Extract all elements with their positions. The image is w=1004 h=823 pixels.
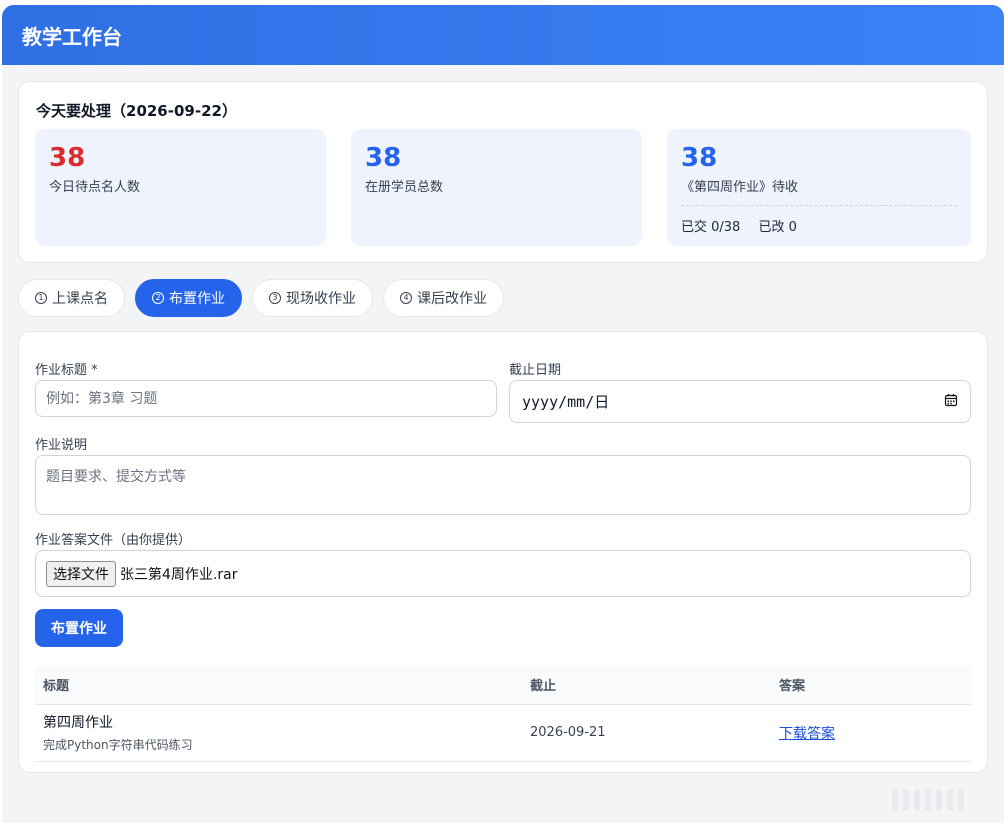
app-window: 教学工作台 今天要处理（2026-09-22） 38 今日待点名人数 38 在册…	[2, 5, 1004, 823]
submitted-count: 已交 0/38	[681, 220, 741, 235]
calendar-icon[interactable]	[944, 392, 958, 411]
description-label: 作业说明	[35, 438, 88, 453]
summary-card: 今天要处理（2026-09-22） 38 今日待点名人数 38 在册学员总数 3…	[18, 81, 988, 263]
step-number-icon: 4	[400, 292, 412, 304]
assign-homework-button[interactable]: 布置作业	[35, 609, 123, 647]
tab-label: 现场收作业	[286, 291, 356, 307]
stat-card-enrolled: 38 在册学员总数	[351, 129, 642, 246]
stat-card-homework: 38 《第四周作业》待收 已交 0/38 已改 0	[667, 129, 971, 246]
assign-homework-card: 作业标题 * 截止日期 yyyy/mm/日 作业说明 作	[18, 331, 988, 773]
download-answer-link[interactable]: 下载答案	[779, 726, 835, 742]
stat-label: 《第四周作业》待收	[681, 180, 799, 195]
homework-title: 第四周作业	[43, 715, 113, 731]
homework-description: 完成Python字符串代码练习	[43, 738, 193, 752]
table-row: 第四周作业 完成Python字符串代码练习 2026-09-21 下载答案	[35, 704, 971, 762]
stat-value: 38	[365, 143, 402, 173]
stat-card-roll-call: 38 今日待点名人数	[35, 129, 326, 246]
due-date-label: 截止日期	[509, 363, 562, 378]
title-field-label: 作业标题 *	[35, 363, 98, 378]
answer-file-input[interactable]: 选择文件 张三第4周作业.rar	[35, 550, 971, 597]
tab-grade-homework[interactable]: 4 课后改作业	[383, 279, 504, 317]
stat-progress: 已交 0/38 已改 0	[681, 216, 957, 235]
homework-due-date: 2026-09-21	[522, 704, 771, 762]
tab-roll-call[interactable]: 1 上课点名	[18, 279, 125, 317]
stat-value: 38	[49, 143, 86, 173]
selected-file-name: 张三第4周作业.rar	[120, 566, 238, 583]
step-tabs: 1 上课点名 2 布置作业 3 现场收作业 4 课后改作业	[18, 279, 504, 317]
column-header-title: 标题	[35, 666, 522, 705]
step-number-icon: 3	[269, 292, 281, 304]
tab-label: 课后改作业	[417, 291, 487, 307]
stat-label: 今日待点名人数	[49, 180, 141, 195]
tab-label: 布置作业	[169, 291, 225, 307]
stat-label: 在册学员总数	[365, 180, 444, 195]
homework-table: 标题 截止 答案 第四周作业 完成Python字符串代码练习 2026-09-2…	[35, 666, 971, 762]
due-date-input[interactable]: yyyy/mm/日	[509, 380, 971, 423]
title-input[interactable]	[35, 380, 497, 417]
homework-title-cell: 第四周作业 完成Python字符串代码练习	[35, 704, 522, 762]
stat-value: 38	[681, 143, 718, 173]
answer-file-label: 作业答案文件（由你提供）	[35, 533, 192, 548]
app-title: 教学工作台	[22, 24, 122, 49]
step-number-icon: 1	[35, 292, 47, 304]
scroll-indicator	[892, 789, 964, 811]
tab-assign-homework[interactable]: 2 布置作业	[135, 279, 242, 317]
column-header-due: 截止	[522, 666, 771, 705]
column-header-answer: 答案	[771, 666, 971, 705]
stat-divider	[681, 205, 957, 206]
summary-title: 今天要处理（2026-09-22）	[36, 102, 237, 120]
tab-collect-homework[interactable]: 3 现场收作业	[252, 279, 373, 317]
tab-label: 上课点名	[52, 291, 108, 307]
step-number-icon: 2	[152, 292, 164, 304]
description-textarea[interactable]	[35, 455, 971, 515]
table-header-row: 标题 截止 答案	[35, 666, 971, 705]
due-date-placeholder: yyyy/mm/日	[522, 393, 610, 411]
choose-file-button[interactable]: 选择文件	[46, 560, 116, 587]
app-header: 教学工作台	[2, 5, 1004, 65]
graded-count: 已改 0	[758, 220, 797, 235]
homework-answer-cell: 下载答案	[771, 704, 971, 762]
